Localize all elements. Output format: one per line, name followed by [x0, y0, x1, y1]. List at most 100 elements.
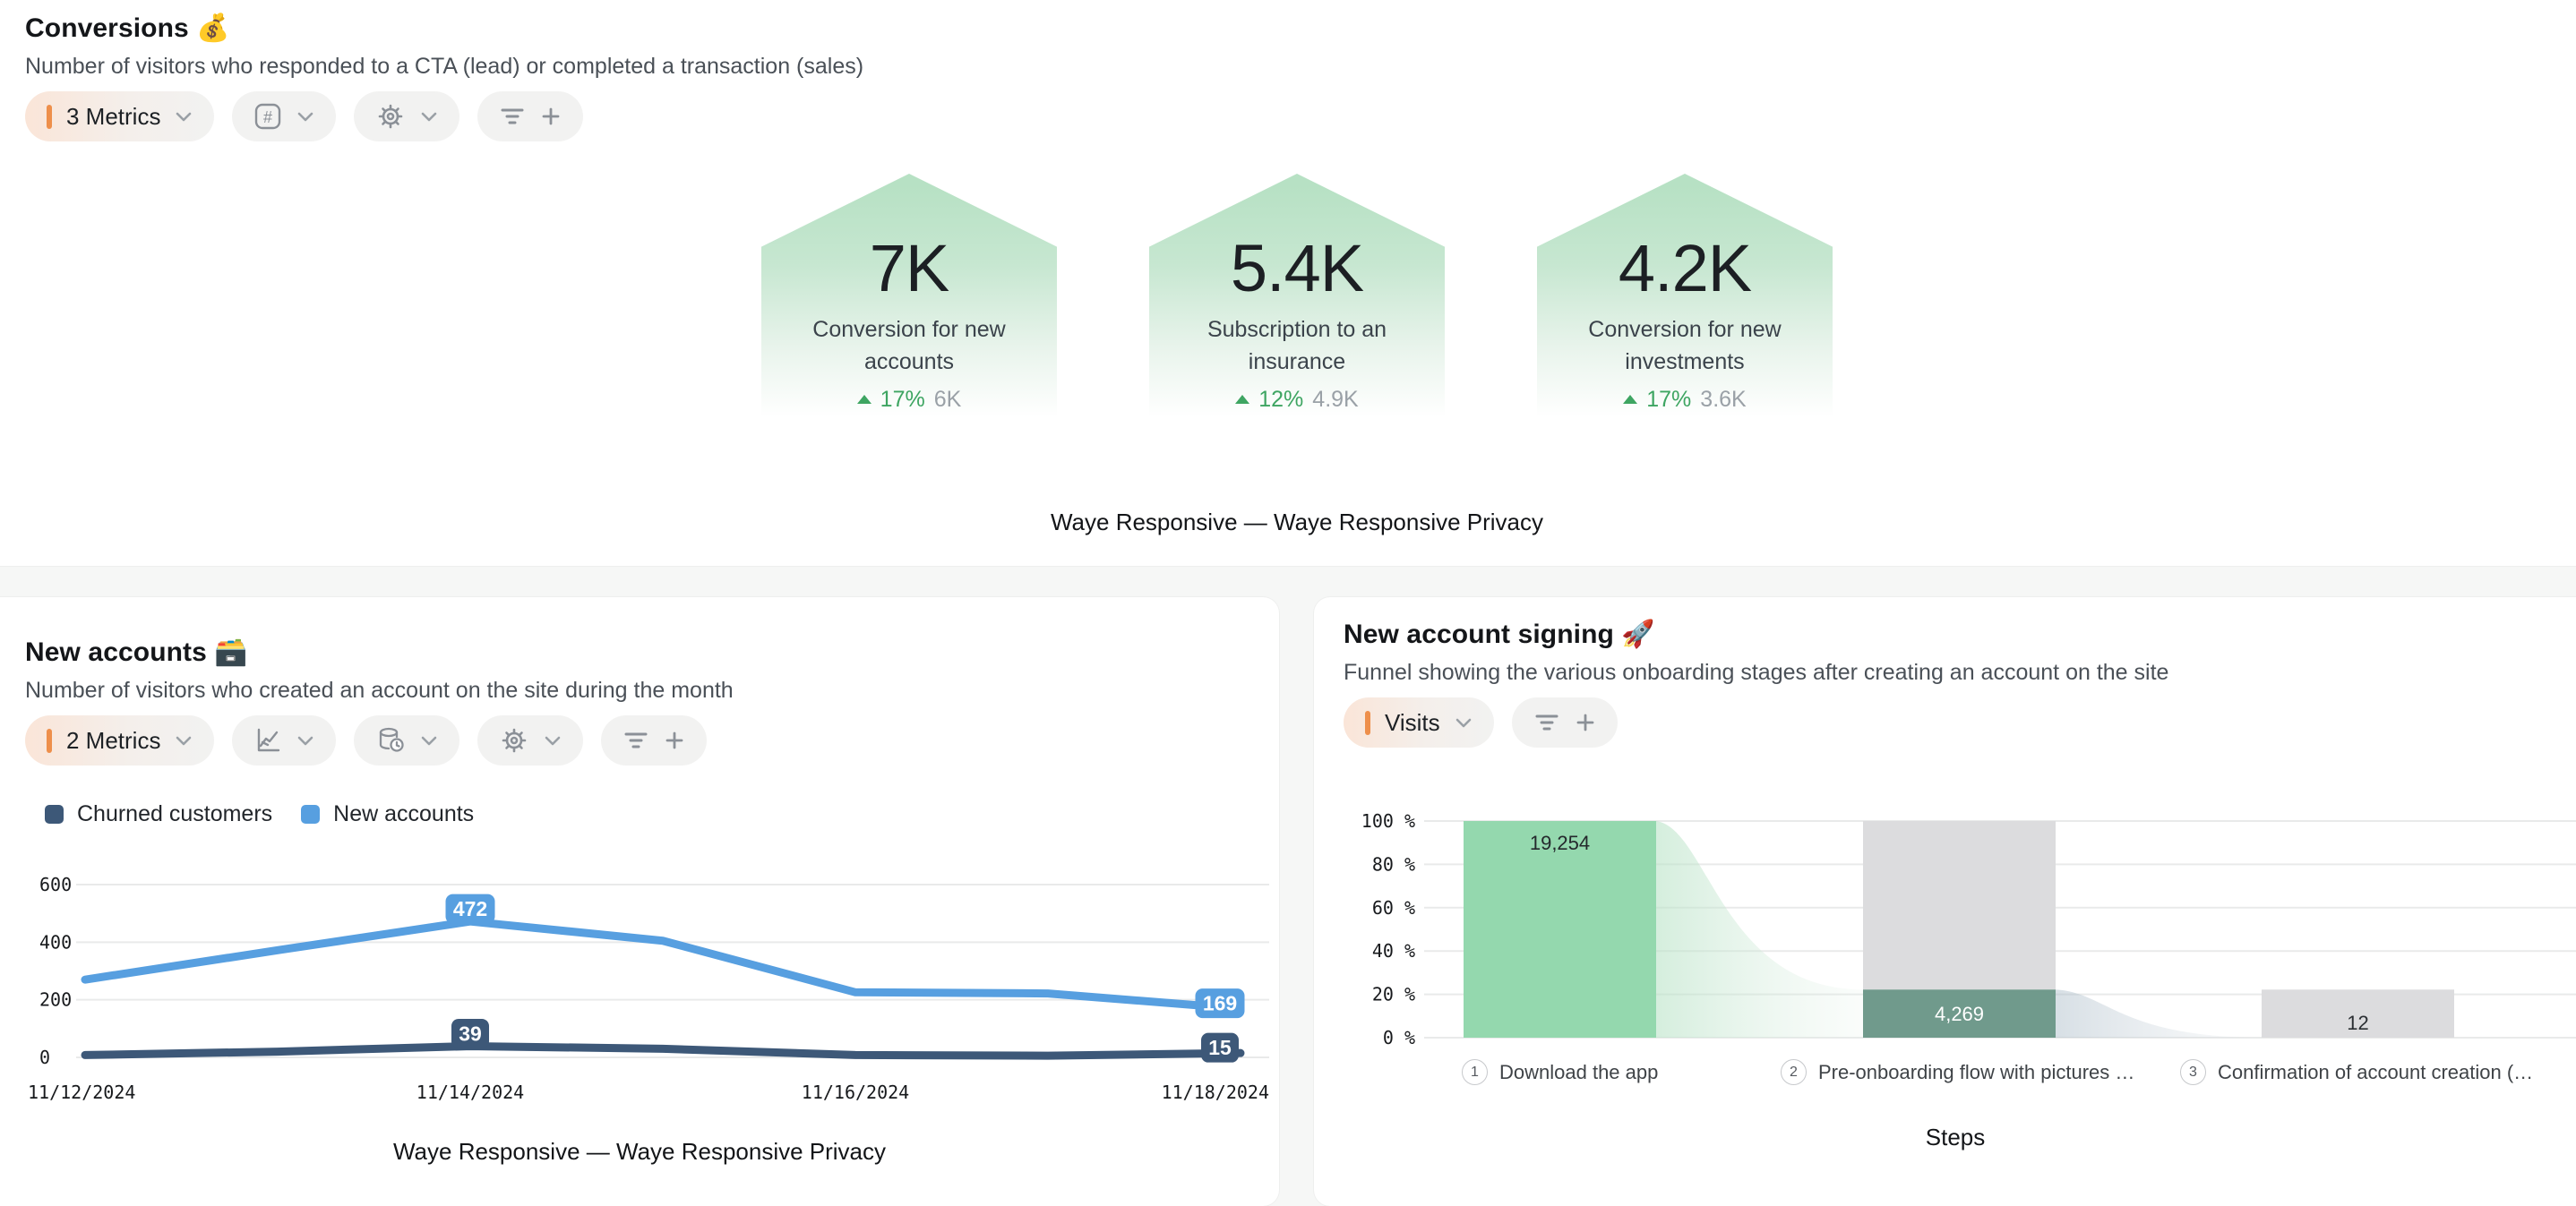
step-label: Download the app [1499, 1061, 1658, 1084]
funnel-widget: New account signing 🚀 Funnel showing the… [1314, 597, 2576, 1206]
chevron-down-icon [420, 734, 438, 747]
kpi-prev-value: 6K [934, 387, 962, 413]
metrics-dropdown[interactable]: 3 Metrics [25, 91, 214, 141]
line-chart: 0200400600472391691511/12/202411/14/2024… [0, 846, 1279, 1142]
gear-icon [499, 725, 529, 756]
step-label: Pre-onboarding flow with pictures … [1818, 1061, 2134, 1084]
svg-text:40 %: 40 % [1372, 940, 1415, 962]
settings-dropdown[interactable] [354, 91, 459, 141]
funnel-toolbar: Visits [1344, 697, 1618, 748]
kpi-prev-value: 3.6K [1700, 387, 1746, 413]
step-label: Confirmation of account creation (… [2218, 1061, 2533, 1084]
new-accounts-title-text: New accounts [25, 637, 207, 667]
triangle-up-icon [1235, 395, 1249, 404]
funnel-xaxis-title: Steps [1314, 1124, 2576, 1151]
svg-text:0 %: 0 % [1383, 1027, 1415, 1048]
funnel-step-3[interactable]: 3 Confirmation of account creation (… [2180, 1059, 2533, 1085]
svg-text:15: 15 [1208, 1036, 1232, 1059]
svg-text:0: 0 [39, 1047, 50, 1068]
funnel-chart: 100 %80 %60 %40 %20 %0 %19,2544,26912 [1314, 788, 2576, 1146]
kpi-delta-pct: 17% [1646, 387, 1691, 413]
metrics-dropdown[interactable]: 2 Metrics [25, 715, 214, 766]
step-number-badge: 2 [1781, 1059, 1807, 1085]
legend-swatch [45, 805, 64, 824]
svg-text:400: 400 [39, 931, 72, 953]
funnel-title: New account signing 🚀 [1344, 619, 1655, 650]
kpi-row: 7K Conversion for new accounts 17% 6K 5.… [0, 174, 2576, 417]
number-format-dropdown[interactable]: # [232, 91, 336, 141]
legend-item-new-accounts[interactable]: New accounts [301, 801, 474, 827]
metrics-dropdown-label: 2 Metrics [66, 727, 160, 755]
conversions-widget: Conversions 💰 Number of visitors who res… [0, 0, 2576, 566]
settings-dropdown[interactable] [477, 715, 583, 766]
kpi-delta-pct: 17% [880, 387, 925, 413]
svg-text:39: 39 [459, 1022, 482, 1045]
filter-add-button[interactable] [477, 91, 583, 141]
step-number-badge: 3 [2180, 1059, 2206, 1085]
new-accounts-title: New accounts 🗃️ [25, 637, 248, 668]
filter-add-button[interactable] [1512, 697, 1618, 748]
svg-text:600: 600 [39, 874, 72, 895]
svg-text:100 %: 100 % [1361, 810, 1415, 832]
hash-icon: # [253, 102, 282, 131]
svg-text:200: 200 [39, 989, 72, 1011]
svg-text:#: # [263, 108, 272, 126]
chart-icon [253, 726, 282, 755]
kpi-delta: 17% 6K [857, 387, 962, 413]
kpi-card: 5.4K Subscription to an insurance 12% 4.… [1149, 174, 1445, 417]
chart-legend: Churned customers New accounts [45, 801, 474, 827]
kpi-card: 7K Conversion for new accounts 17% 6K [761, 174, 1057, 417]
kpi-value: 5.4K [1231, 233, 1363, 304]
chart-type-dropdown[interactable] [232, 715, 336, 766]
svg-text:19,254: 19,254 [1530, 832, 1590, 854]
kpi-delta: 12% 4.9K [1235, 387, 1358, 413]
filter-add-button[interactable] [601, 715, 707, 766]
legend-item-churned-customers[interactable]: Churned customers [45, 801, 272, 827]
kpi-value: 7K [870, 233, 949, 304]
new-accounts-subtitle: Number of visitors who created an accoun… [25, 678, 734, 704]
data-source-dropdown[interactable] [354, 715, 459, 766]
widget-footer: Waye Responsive — Waye Responsive Privac… [0, 509, 2576, 536]
rocket-emoji-icon: 🚀 [1621, 620, 1654, 649]
funnel-subtitle: Funnel showing the various onboarding st… [1344, 660, 2168, 686]
new-accounts-toolbar: 2 Metrics [25, 715, 707, 766]
chevron-down-icon [175, 110, 193, 123]
funnel-step-2[interactable]: 2 Pre-onboarding flow with pictures … [1781, 1059, 2134, 1085]
svg-text:20 %: 20 % [1372, 984, 1415, 1005]
conversions-title: Conversions 💰 [25, 13, 230, 44]
svg-text:169: 169 [1203, 992, 1237, 1015]
svg-text:60 %: 60 % [1372, 897, 1415, 919]
filter-icon [499, 105, 526, 128]
money-bag-emoji-icon: 💰 [196, 13, 229, 43]
conversions-subtitle: Number of visitors who responded to a CT… [25, 54, 863, 80]
svg-text:80 %: 80 % [1372, 853, 1415, 875]
filter-icon [623, 729, 649, 752]
new-accounts-widget: New accounts 🗃️ Number of visitors who c… [0, 597, 1279, 1206]
kpi-label: Subscription to an insurance [1185, 313, 1409, 378]
chevron-down-icon [544, 734, 562, 747]
kpi-label: Conversion for new investments [1573, 313, 1797, 378]
plus-icon [540, 106, 562, 127]
accent-bar [1365, 711, 1370, 735]
plus-icon [1575, 712, 1596, 733]
funnel-step-1[interactable]: 1 Download the app [1462, 1059, 1658, 1085]
metrics-dropdown-label: 3 Metrics [66, 103, 160, 131]
database-clock-icon [375, 725, 406, 756]
kpi-prev-value: 4.9K [1312, 387, 1358, 413]
kpi-card: 4.2K Conversion for new investments 17% … [1537, 174, 1833, 417]
chevron-down-icon [296, 110, 314, 123]
metrics-dropdown[interactable]: Visits [1344, 697, 1494, 748]
chevron-down-icon [1455, 716, 1473, 729]
kpi-value: 4.2K [1619, 233, 1751, 304]
svg-text:11/14/2024: 11/14/2024 [416, 1082, 524, 1103]
legend-label: Churned customers [77, 801, 272, 827]
widget-footer: Waye Responsive — Waye Responsive Privac… [0, 1138, 1279, 1166]
funnel-steps-row: 1 Download the app 2 Pre-onboarding flow… [1314, 1059, 2576, 1090]
dashboard: Conversions 💰 Number of visitors who res… [0, 0, 2576, 1164]
conversions-toolbar: 3 Metrics # [25, 91, 583, 141]
svg-text:472: 472 [453, 897, 487, 920]
svg-text:12: 12 [2347, 1012, 2368, 1034]
card-file-box-emoji-icon: 🗃️ [214, 637, 247, 667]
chevron-down-icon [175, 734, 193, 747]
triangle-up-icon [857, 395, 872, 404]
